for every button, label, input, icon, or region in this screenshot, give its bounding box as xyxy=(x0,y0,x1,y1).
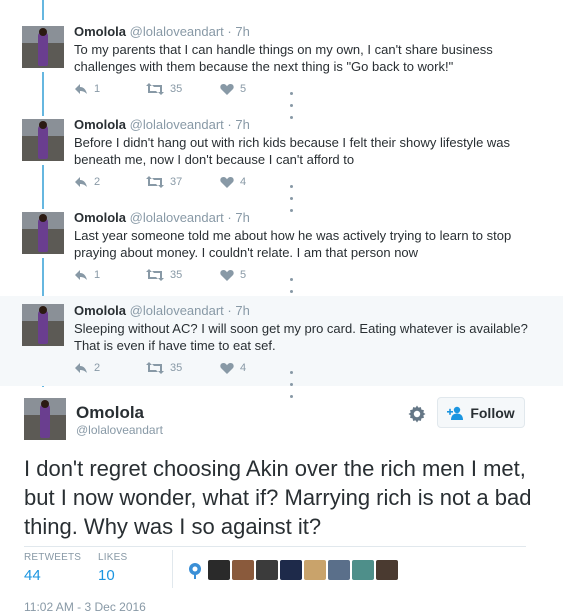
tweet-timestamp[interactable]: 11:02 AM - 3 Dec 2016 xyxy=(24,600,146,614)
tweet-header: Omolola @lolaloveandart · 7h xyxy=(74,24,250,39)
follow-icon xyxy=(447,406,464,420)
like-button[interactable]: 4 xyxy=(220,176,246,188)
retweet-button[interactable]: 35 xyxy=(146,83,182,95)
retweets-label: RETWEETS xyxy=(24,552,82,563)
main-author-handle[interactable]: @lolaloveandart xyxy=(76,423,163,437)
avatar[interactable] xyxy=(22,212,64,254)
tweet-time[interactable]: 7h xyxy=(235,210,249,225)
retweets-stat[interactable]: RETWEETS 44 xyxy=(24,552,81,584)
like-button[interactable]: 4 xyxy=(220,362,246,374)
retweet-icon xyxy=(146,362,164,374)
thread-tweet[interactable]: Omolola @lolaloveandart · 7h Last year s… xyxy=(0,206,563,305)
liker-avatar[interactable] xyxy=(208,560,230,580)
likes-stat[interactable]: LIKES 10 xyxy=(98,552,127,584)
author-handle[interactable]: @lolaloveandart xyxy=(130,117,224,132)
reply-count: 2 xyxy=(94,362,101,374)
tweet-header: Omolola @lolaloveandart · 7h xyxy=(74,210,250,225)
liker-avatar[interactable] xyxy=(232,560,254,580)
main-author-name[interactable]: Omolola xyxy=(76,403,144,423)
tweet-header: Omolola @lolaloveandart · 7h xyxy=(74,117,250,132)
like-button[interactable]: 5 xyxy=(220,269,246,281)
tweet-time[interactable]: 7h xyxy=(235,303,249,318)
reply-count: 1 xyxy=(94,269,101,281)
liker-avatar[interactable] xyxy=(352,560,374,580)
avatar[interactable] xyxy=(22,119,64,161)
main-avatar[interactable] xyxy=(24,398,66,440)
liker-avatar[interactable] xyxy=(328,560,350,580)
like-count: 4 xyxy=(240,176,247,188)
reply-count: 1 xyxy=(94,83,101,95)
likes-label: LIKES xyxy=(98,552,128,563)
tweet-time[interactable]: 7h xyxy=(235,117,249,132)
reply-icon xyxy=(75,270,87,280)
heart-icon xyxy=(220,270,234,281)
heart-icon xyxy=(220,84,234,95)
reply-icon xyxy=(75,363,87,373)
avatar[interactable] xyxy=(22,26,64,68)
reply-button[interactable]: 1 xyxy=(74,269,100,281)
reply-icon xyxy=(75,84,87,94)
likes-count: 10 xyxy=(98,567,115,584)
author-handle[interactable]: @lolaloveandart xyxy=(130,303,224,318)
tweet-text: Last year someone told me about how he w… xyxy=(74,228,512,260)
retweet-icon xyxy=(146,269,164,281)
more-icon[interactable] xyxy=(290,365,295,401)
thread-line xyxy=(42,0,44,20)
thread-tweet[interactable]: Omolola @lolaloveandart · 7h To my paren… xyxy=(0,20,563,119)
main-tweet-text: I don't regret choosing Akin over the ri… xyxy=(24,456,532,539)
tweet-text: To my parents that I can handle things o… xyxy=(74,42,493,74)
author-name[interactable]: Omolola xyxy=(74,303,126,318)
liker-avatar[interactable] xyxy=(256,560,278,580)
retweet-button[interactable]: 37 xyxy=(146,176,182,188)
divider xyxy=(24,546,526,547)
liker-avatars xyxy=(184,560,398,580)
avatar[interactable] xyxy=(22,304,64,346)
gear-icon[interactable] xyxy=(408,405,426,423)
like-count: 4 xyxy=(240,362,247,374)
reply-icon xyxy=(75,177,87,187)
retweet-button[interactable]: 35 xyxy=(146,269,182,281)
like-count: 5 xyxy=(240,269,247,281)
reply-button[interactable]: 1 xyxy=(74,83,100,95)
divider xyxy=(172,550,173,588)
reply-button[interactable]: 2 xyxy=(74,176,100,188)
liker-avatar[interactable] xyxy=(184,560,206,580)
follow-label: Follow xyxy=(470,404,515,421)
tweet-text: Sleeping without AC? I will soon get my … xyxy=(74,321,528,353)
heart-icon xyxy=(220,177,234,188)
author-name[interactable]: Omolola xyxy=(74,24,126,39)
retweet-icon xyxy=(146,176,164,188)
like-button[interactable]: 5 xyxy=(220,83,246,95)
reply-button[interactable]: 2 xyxy=(74,362,100,374)
like-count: 5 xyxy=(240,83,247,95)
tweet-text: Before I didn't hang out with rich kids … xyxy=(74,135,511,167)
tweet-time[interactable]: 7h xyxy=(235,24,249,39)
retweets-count: 44 xyxy=(24,567,41,584)
author-name[interactable]: Omolola xyxy=(74,117,126,132)
retweet-count: 35 xyxy=(170,362,183,374)
author-handle[interactable]: @lolaloveandart xyxy=(130,210,224,225)
retweet-count: 37 xyxy=(170,176,183,188)
liker-avatar[interactable] xyxy=(280,560,302,580)
follow-button[interactable]: Follow xyxy=(437,397,525,428)
thread-tweet-highlighted[interactable]: Omolola @lolaloveandart · 7h Sleeping wi… xyxy=(0,296,563,398)
liker-avatar[interactable] xyxy=(304,560,326,580)
retweet-button[interactable]: 35 xyxy=(146,362,182,374)
reply-count: 2 xyxy=(94,176,101,188)
heart-icon xyxy=(220,363,234,374)
author-name[interactable]: Omolola xyxy=(74,210,126,225)
retweet-icon xyxy=(146,83,164,95)
retweet-count: 35 xyxy=(170,269,183,281)
tweet-header: Omolola @lolaloveandart · 7h xyxy=(74,303,250,318)
thread-tweet[interactable]: Omolola @lolaloveandart · 7h Before I di… xyxy=(0,113,563,212)
liker-avatar[interactable] xyxy=(376,560,398,580)
retweet-count: 35 xyxy=(170,83,183,95)
author-handle[interactable]: @lolaloveandart xyxy=(130,24,224,39)
